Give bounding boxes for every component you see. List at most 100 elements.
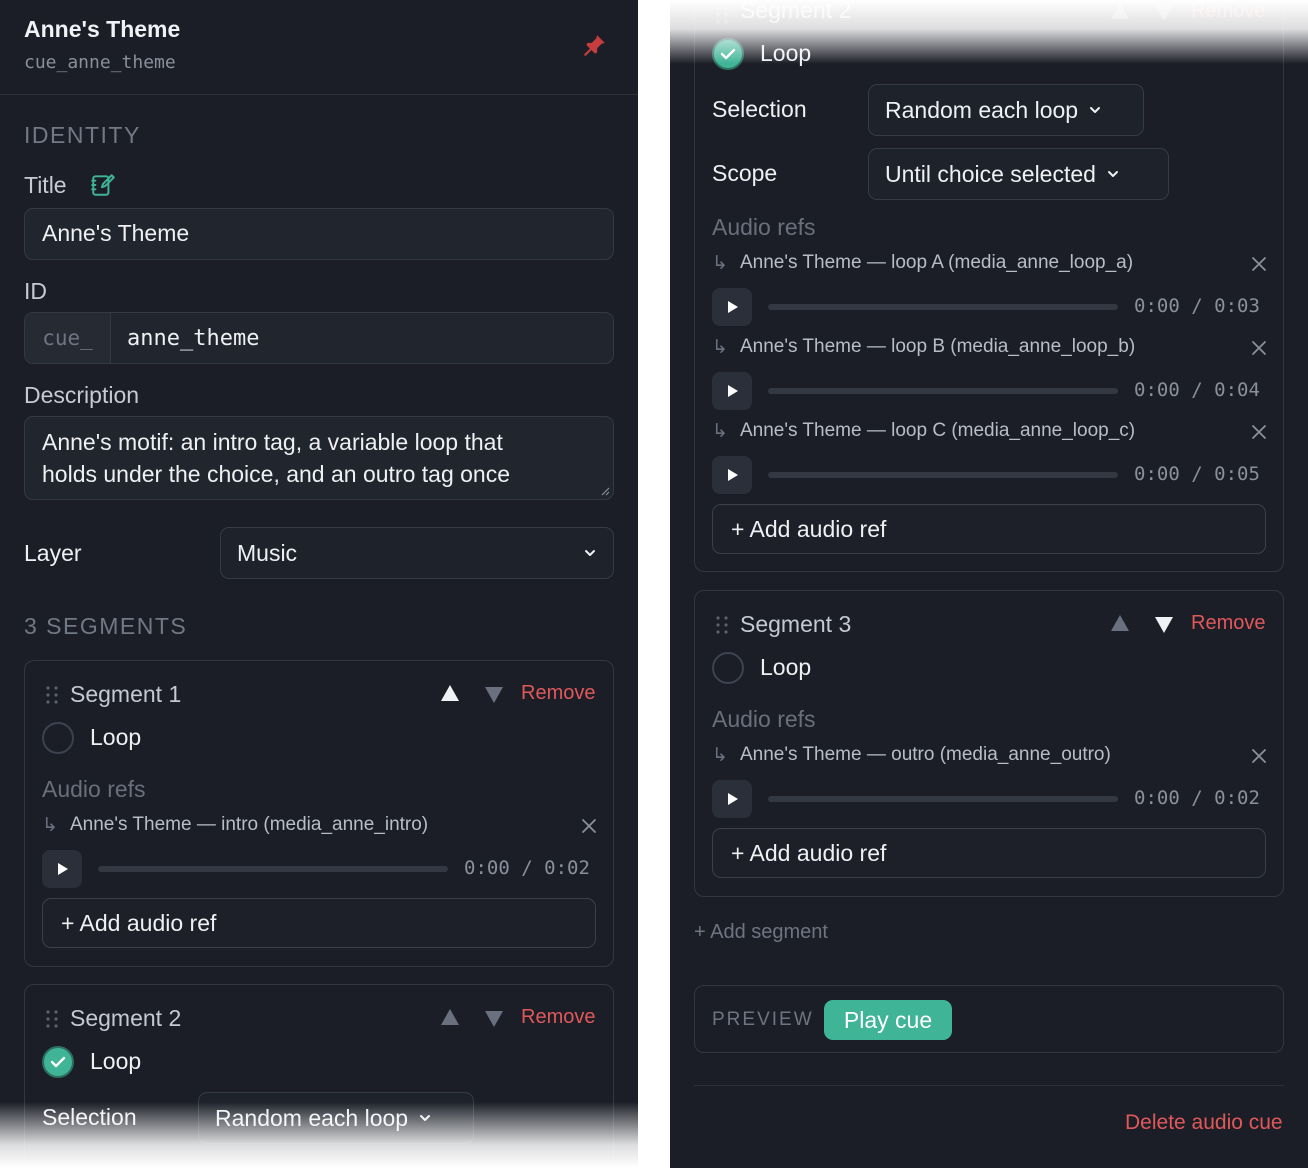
arrow-down-icon[interactable] <box>483 1009 505 1029</box>
arrow-down-icon[interactable] <box>1153 3 1175 23</box>
selection-select[interactable]: Random each loop <box>868 84 1144 136</box>
loop-label: Loop <box>90 724 142 750</box>
selection-select[interactable]: Random each loop <box>198 1092 474 1144</box>
description-line-2: holds under the choice, and an outro tag… <box>42 461 511 487</box>
remove-segment-button[interactable]: Remove <box>521 1006 595 1029</box>
chevron-down-icon <box>585 550 595 556</box>
preview-section: PREVIEW Play cue <box>694 985 1284 1053</box>
resize-handle-icon[interactable] <box>600 486 610 496</box>
add-audio-ref-button[interactable]: + Add audio ref <box>712 504 1266 554</box>
arrow-up-icon[interactable] <box>1109 613 1131 633</box>
loop-checkbox[interactable] <box>712 652 744 684</box>
id-input-value: anne_theme <box>127 325 260 351</box>
preview-label: PREVIEW <box>712 1009 814 1030</box>
arrow-up-icon[interactable] <box>439 1007 461 1027</box>
grip-icon[interactable] <box>45 685 59 705</box>
close-icon[interactable] <box>581 818 597 834</box>
pin-icon[interactable] <box>582 32 608 58</box>
remove-segment-button[interactable]: Remove <box>521 682 595 705</box>
play-button[interactable] <box>712 372 752 410</box>
play-button[interactable] <box>712 780 752 818</box>
audio-time: 0:00 / 0:03 <box>1134 295 1260 317</box>
layer-label: Layer <box>24 540 82 566</box>
title-label: Title <box>24 172 67 198</box>
close-icon[interactable] <box>1251 340 1267 356</box>
audio-refs-label: Audio refs <box>712 214 816 240</box>
corner-arrow-icon: ↳ <box>712 745 728 766</box>
audio-refs-label: Audio refs <box>712 706 816 732</box>
arrow-down-icon[interactable] <box>483 685 505 705</box>
layer-select-value: Music <box>237 539 298 566</box>
grip-icon[interactable] <box>715 5 729 25</box>
audio-ref-label: Anne's Theme — loop A (media_anne_loop_a… <box>740 252 1134 273</box>
add-segment-button[interactable]: + Add segment <box>694 921 828 944</box>
audio-time: 0:00 / 0:02 <box>1134 787 1260 809</box>
audio-refs-label: Audio refs <box>42 776 146 802</box>
play-icon <box>58 863 68 875</box>
description-label: Description <box>24 382 140 408</box>
play-button[interactable] <box>712 288 752 326</box>
description-textarea[interactable]: Anne's motif: an intro tag, a variable l… <box>24 416 614 500</box>
editor-panel-bottom: Segment 2 Remove Loop Selection Random e… <box>670 0 1308 1168</box>
play-icon <box>728 301 738 313</box>
identity-heading: IDENTITY <box>24 122 141 148</box>
loop-checkbox[interactable] <box>42 722 74 754</box>
segment-card: Segment 3 Remove Loop Audio refs ↳ Anne'… <box>694 590 1284 897</box>
add-audio-ref-button[interactable]: + Add audio ref <box>712 828 1266 878</box>
chevron-down-icon <box>1090 107 1101 113</box>
id-prefix: cue_ <box>25 313 111 363</box>
audio-ref-label: Anne's Theme — intro (media_anne_intro) <box>70 814 429 835</box>
audio-progress-track[interactable] <box>98 866 448 872</box>
chevron-down-icon <box>1107 171 1118 177</box>
audio-progress-track[interactable] <box>768 304 1118 310</box>
arrow-down-icon[interactable] <box>1153 615 1175 635</box>
scope-select[interactable]: Until choice selected <box>868 148 1169 200</box>
corner-arrow-icon: ↳ <box>42 815 58 836</box>
edit-icon[interactable] <box>90 172 116 198</box>
segment-title: Segment 2 <box>70 1005 182 1031</box>
remove-segment-button[interactable]: Remove <box>1191 612 1265 635</box>
title-input-value: Anne's Theme <box>42 220 190 246</box>
audio-progress-track[interactable] <box>768 472 1118 478</box>
corner-arrow-icon: ↳ <box>712 421 728 442</box>
arrow-up-icon[interactable] <box>1109 1 1131 21</box>
loop-label: Loop <box>760 654 812 680</box>
close-icon[interactable] <box>1251 256 1267 272</box>
grip-icon[interactable] <box>45 1009 59 1029</box>
segment-title: Segment 3 <box>740 611 852 637</box>
close-icon[interactable] <box>1251 748 1267 764</box>
scope-label: Scope <box>712 160 778 186</box>
description-line-1: Anne's motif: an intro tag, a variable l… <box>42 429 503 455</box>
loop-checkbox[interactable] <box>712 38 744 70</box>
loop-checkbox[interactable] <box>42 1046 74 1078</box>
cue-title: Anne's Theme <box>24 16 181 42</box>
grip-icon[interactable] <box>715 615 729 635</box>
arrow-up-icon[interactable] <box>439 683 461 703</box>
id-input[interactable]: cue_ anne_theme <box>24 312 614 364</box>
check-icon <box>50 1056 66 1068</box>
selection-label: Selection <box>42 1104 137 1130</box>
add-audio-ref-button[interactable]: + Add audio ref <box>42 898 596 948</box>
audio-ref-label: Anne's Theme — loop C (media_anne_loop_c… <box>740 420 1136 441</box>
play-button[interactable] <box>712 456 752 494</box>
header-divider <box>0 94 638 95</box>
remove-segment-button[interactable]: Remove <box>1191 0 1265 23</box>
id-label: ID <box>24 278 47 304</box>
audio-progress-track[interactable] <box>768 796 1118 802</box>
check-icon <box>720 48 736 60</box>
play-icon <box>728 469 738 481</box>
play-button[interactable] <box>42 850 82 888</box>
layer-select[interactable]: Music <box>220 527 614 579</box>
loop-label: Loop <box>760 40 812 66</box>
close-icon[interactable] <box>1251 424 1267 440</box>
play-icon <box>728 793 738 805</box>
play-cue-button[interactable]: Play cue <box>824 1000 952 1040</box>
segment-card: Segment 2 Remove Loop Selection Random e… <box>694 0 1284 572</box>
selection-label: Selection <box>712 96 807 122</box>
play-icon <box>728 385 738 397</box>
audio-progress-track[interactable] <box>768 388 1118 394</box>
segment-title: Segment 1 <box>70 681 182 707</box>
delete-audio-cue-button[interactable]: Delete audio cue <box>1125 1111 1283 1135</box>
title-input[interactable]: Anne's Theme <box>24 208 614 260</box>
corner-arrow-icon: ↳ <box>712 337 728 358</box>
